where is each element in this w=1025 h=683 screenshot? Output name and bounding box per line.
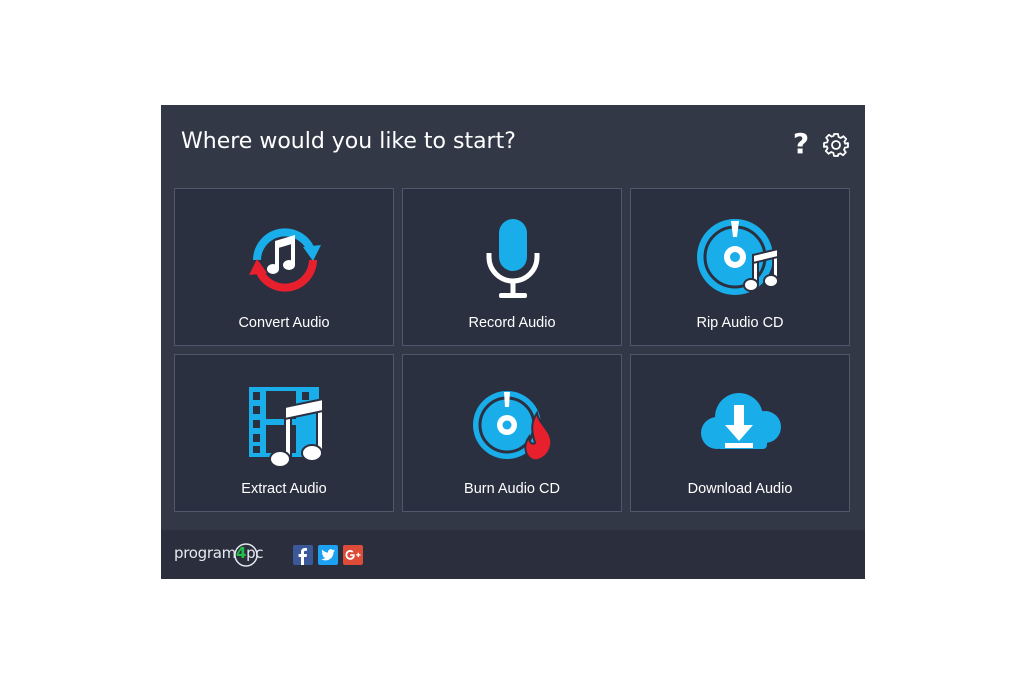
google-plus-button[interactable] bbox=[343, 545, 363, 565]
tile-label: Download Audio bbox=[687, 481, 793, 497]
tile-record-audio[interactable]: Record Audio bbox=[402, 188, 622, 346]
tile-label: Extract Audio bbox=[241, 481, 327, 497]
twitter-icon bbox=[321, 549, 335, 561]
logo-text-end: pc bbox=[246, 544, 264, 562]
twitter-button[interactable] bbox=[318, 545, 338, 565]
tile-burn-audio-cd[interactable]: Burn Audio CD bbox=[402, 354, 622, 512]
rip-cd-icon bbox=[697, 219, 779, 295]
tile-label: Convert Audio bbox=[238, 315, 330, 331]
footer: program4pc bbox=[161, 530, 865, 579]
header: Where would you like to start? ? bbox=[161, 105, 865, 185]
question-mark-icon: ? bbox=[792, 127, 810, 160]
tile-convert-audio[interactable]: Convert Audio bbox=[174, 188, 394, 346]
page-title: Where would you like to start? bbox=[181, 129, 516, 154]
logo-text-main: program bbox=[174, 544, 236, 562]
logo-text-number: 4 bbox=[235, 544, 247, 562]
logo-text: program4pc bbox=[174, 544, 264, 562]
tile-label: Rip Audio CD bbox=[696, 315, 784, 331]
tile-rip-audio-cd[interactable]: Rip Audio CD bbox=[630, 188, 850, 346]
program4pc-logo[interactable]: program4pc bbox=[174, 540, 278, 570]
gear-icon bbox=[823, 133, 849, 157]
tile-extract-audio[interactable]: Extract Audio bbox=[174, 354, 394, 512]
tile-label: Burn Audio CD bbox=[464, 481, 560, 497]
app-window: Where would you like to start? ? Convert… bbox=[161, 105, 865, 579]
cloud-download-icon bbox=[701, 393, 781, 449]
settings-button[interactable] bbox=[823, 132, 849, 158]
facebook-button[interactable] bbox=[293, 545, 313, 565]
film-music-icon bbox=[249, 387, 324, 468]
burn-cd-icon bbox=[473, 391, 553, 462]
google-plus-icon bbox=[345, 550, 361, 560]
action-grid: Convert Audio Record Audio Rip Audio CD … bbox=[174, 188, 852, 514]
microphone-icon bbox=[486, 219, 540, 298]
tile-label: Record Audio bbox=[468, 315, 556, 331]
convert-audio-icon bbox=[249, 228, 321, 292]
facebook-icon bbox=[298, 548, 307, 565]
help-button[interactable]: ? bbox=[789, 129, 813, 159]
tile-download-audio[interactable]: Download Audio bbox=[630, 354, 850, 512]
